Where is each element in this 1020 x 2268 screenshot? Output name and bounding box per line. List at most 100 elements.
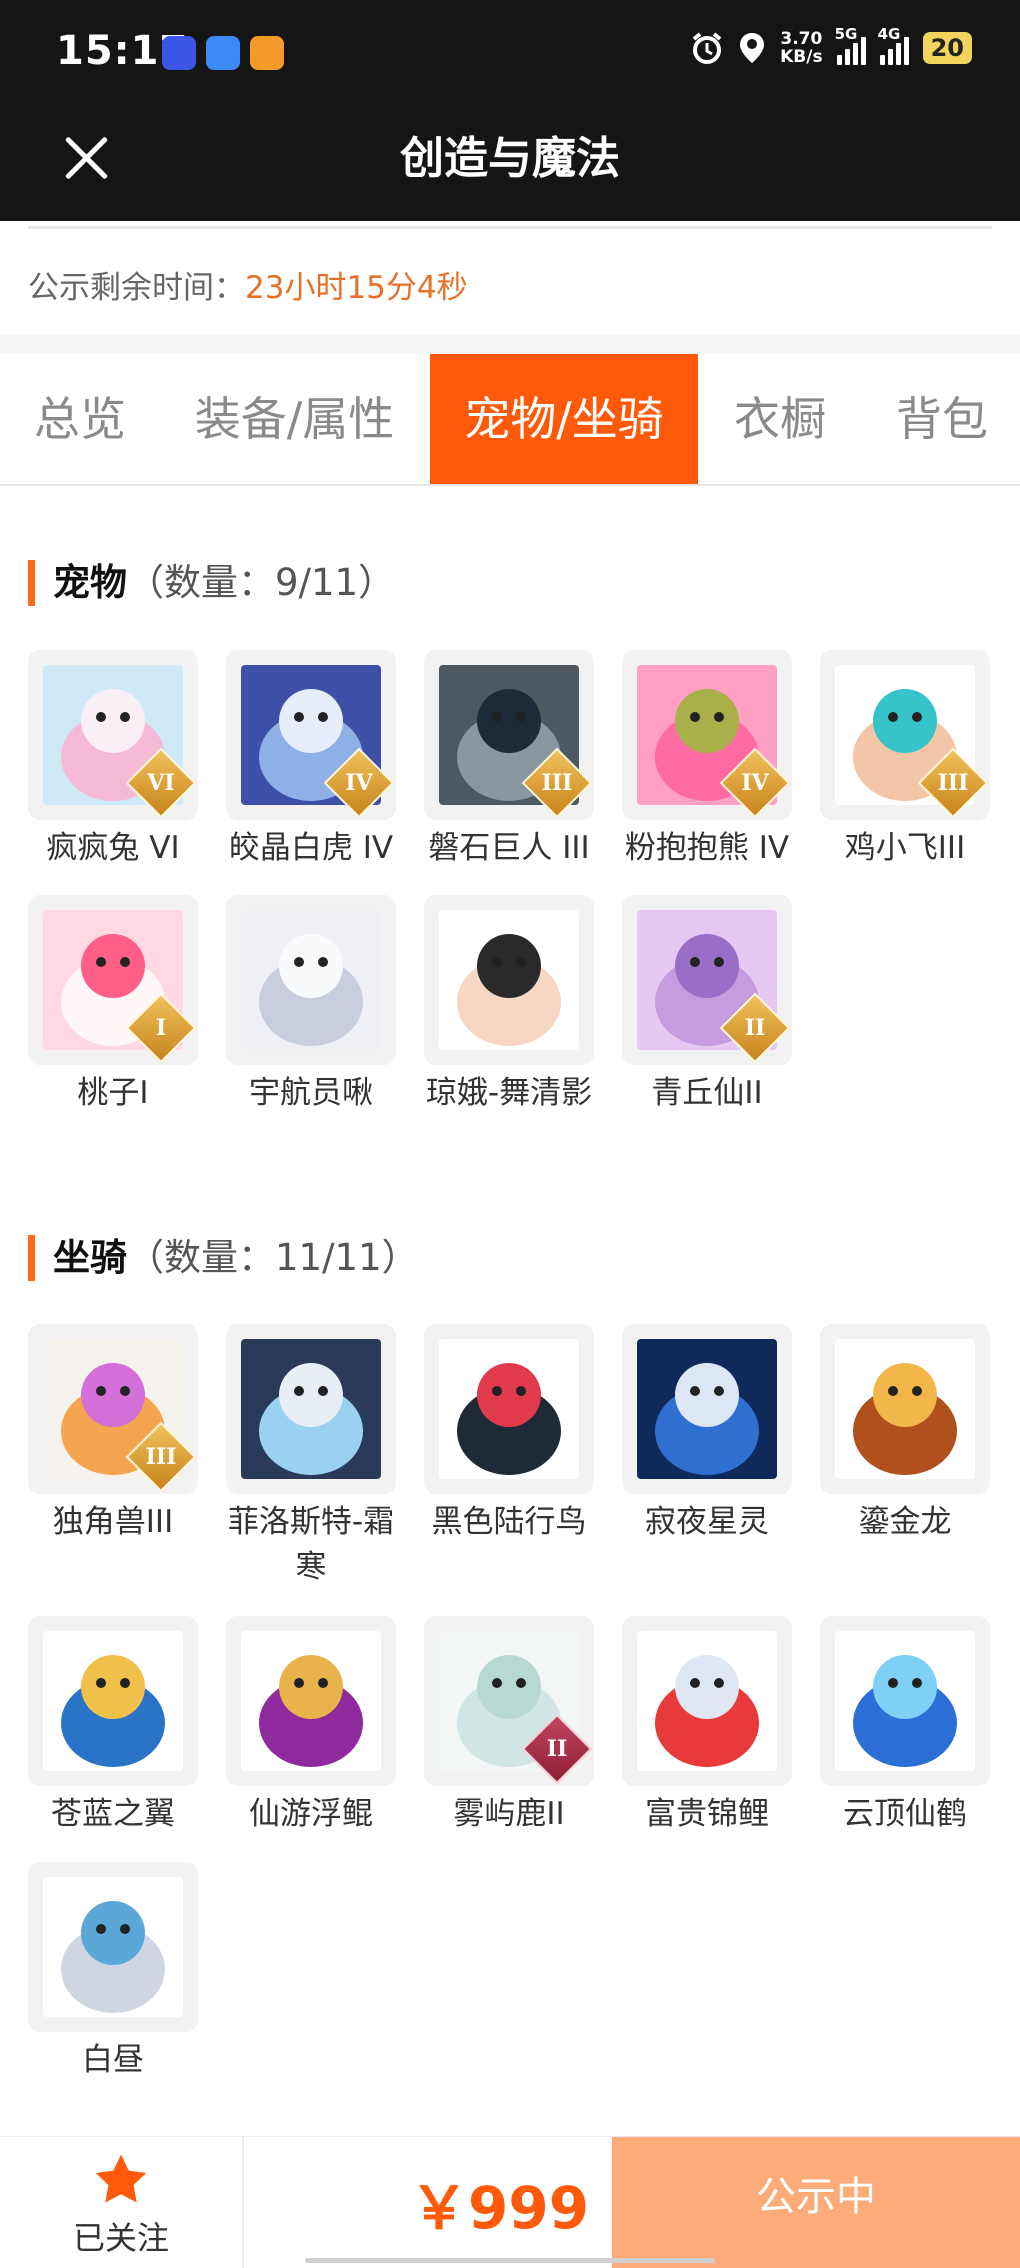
pet-name: 粉抱抱熊 IV [624, 830, 790, 866]
pet-thumbnail: VI [28, 650, 198, 820]
pet-name: 青丘仙II [651, 1075, 763, 1111]
pet-name: 磐石巨人 III [428, 830, 590, 866]
pet-name: 琼娥-舞清影 [425, 1075, 593, 1111]
pet-thumbnail: III [424, 650, 594, 820]
mount-card[interactable]: 黑色陆行鸟 [424, 1324, 594, 1545]
pet-thumbnail: IV [622, 650, 792, 820]
vivo-app-icon [162, 36, 196, 70]
follow-label: 已关注 [72, 2219, 169, 2257]
mount-name: 黑色陆行鸟 [431, 1504, 587, 1540]
pet-thumbnail: IV [226, 650, 396, 820]
divider [28, 226, 992, 229]
mounts-section-title: 坐骑（数量：11/11） [28, 1235, 419, 1281]
cloud-app-icon [206, 36, 240, 70]
pet-thumbnail: III [820, 650, 990, 820]
mount-name: 仙游浮鲲 [249, 1796, 373, 1832]
mount-name: 雾屿鹿II [453, 1796, 565, 1832]
pet-thumbnail: I [28, 895, 198, 1065]
mount-card[interactable]: 仙游浮鲲 [226, 1616, 396, 1837]
mount-thumbnail [820, 1616, 990, 1786]
mount-card[interactable]: 云顶仙鹤 [820, 1616, 990, 1837]
pet-name: 宇航员啾 [249, 1075, 373, 1111]
pet-card[interactable]: III 磐石巨人 III [424, 650, 594, 871]
mount-thumbnail: II [424, 1616, 594, 1786]
signal-4g-icon: 4G [878, 25, 909, 65]
tab-overview[interactable]: 总览 [10, 354, 150, 484]
launcher-app-icon [250, 36, 284, 70]
home-indicator [305, 2258, 715, 2263]
alarm-icon [692, 32, 722, 64]
golden-dragon-image [835, 1339, 975, 1479]
network-speed: 3.70 KB/s [780, 29, 823, 67]
mount-name: 苍蓝之翼 [51, 1796, 175, 1832]
mount-thumbnail [820, 1324, 990, 1494]
mount-name: 鎏金龙 [858, 1504, 952, 1540]
mount-card[interactable]: 苍蓝之翼 [28, 1616, 198, 1837]
white-dragon-image [43, 1877, 183, 2017]
mount-thumbnail [424, 1324, 594, 1494]
pet-card[interactable]: II 青丘仙II [622, 895, 792, 1116]
mount-card[interactable]: 鎏金龙 [820, 1324, 990, 1545]
pet-card[interactable]: 琼娥-舞清影 [424, 895, 594, 1116]
mount-card[interactable]: 富贵锦鲤 [622, 1616, 792, 1837]
mount-thumbnail [622, 1616, 792, 1786]
mount-name: 云顶仙鹤 [843, 1796, 967, 1832]
countdown-label: 公示剩余时间： [28, 270, 245, 306]
tab-backpack[interactable]: 背包 [872, 354, 1012, 484]
bottom-action-bar: 已关注 ￥999 公示中 [0, 2136, 1020, 2268]
koi-image [637, 1631, 777, 1771]
mount-name: 富贵锦鲤 [645, 1796, 769, 1832]
pet-thumbnail: II [622, 895, 792, 1065]
pet-card[interactable]: IV 皎晶白虎 IV [226, 650, 396, 871]
mount-name: 独角兽III [52, 1504, 174, 1540]
pet-card[interactable]: III 鸡小飞III [820, 650, 990, 871]
page-title: 创造与魔法 [400, 133, 620, 184]
tab-equipment[interactable]: 装备/属性 [182, 354, 407, 484]
flying-fish-image [241, 1631, 381, 1771]
countdown-value: 23小时15分4秒 [245, 270, 468, 306]
blue-crane-image [835, 1631, 975, 1771]
star-icon [95, 2154, 147, 2203]
mount-thumbnail [622, 1324, 792, 1494]
pet-name: 鸡小飞III [844, 830, 966, 866]
pets-section-title: 宠物（数量：9/11） [28, 560, 395, 606]
pet-name: 疯疯兔 VI [46, 830, 180, 866]
publicity-countdown: 公示剩余时间：23小时15分4秒 [0, 232, 1020, 332]
black-bird-image [439, 1339, 579, 1479]
mount-name: 菲洛斯特-霜寒 [227, 1504, 395, 1585]
mount-thumbnail [28, 1862, 198, 2032]
publicity-status-button[interactable]: 公示中 [612, 2137, 1020, 2268]
section-gap [0, 334, 1020, 354]
mount-card[interactable]: 寂夜星灵 [622, 1324, 792, 1545]
mount-card[interactable]: 菲洛斯特-霜寒 [226, 1324, 396, 1590]
title-bar: 创造与魔法 [0, 110, 1020, 221]
astronaut-image [241, 910, 381, 1050]
follow-button[interactable]: 已关注 [0, 2137, 244, 2268]
mount-thumbnail [226, 1324, 396, 1494]
location-icon [740, 33, 765, 63]
price: ￥999 [410, 2174, 590, 2242]
battery-indicator: 20 [922, 32, 972, 64]
mount-card[interactable]: II 雾屿鹿II [424, 1616, 594, 1837]
tab-wardrobe[interactable]: 衣橱 [710, 354, 850, 484]
mount-thumbnail [28, 1616, 198, 1786]
mount-card[interactable]: 白昼 [28, 1862, 198, 2083]
mount-card[interactable]: III 独角兽III [28, 1324, 198, 1545]
pet-card[interactable]: IV 粉抱抱熊 IV [622, 650, 792, 871]
pet-card[interactable]: I 桃子I [28, 895, 198, 1116]
dancer-girl-image [439, 910, 579, 1050]
night-wolf-image [637, 1339, 777, 1479]
frost-dragon-image [241, 1339, 381, 1479]
mount-name: 寂夜星灵 [645, 1504, 769, 1540]
pet-thumbnail [424, 895, 594, 1065]
tab-bar: 总览 装备/属性 宠物/坐骑 衣橱 背包 [0, 354, 1020, 486]
pet-card[interactable]: VI 疯疯兔 VI [28, 650, 198, 871]
pet-thumbnail [226, 895, 396, 1065]
mount-name: 白昼 [82, 2042, 144, 2078]
status-indicators: 3.70 KB/s 5G 4G 20 [690, 25, 972, 67]
status-bar: 15:17 3.70 KB/s 5G 4G 20 [0, 0, 1020, 110]
tab-pets-mounts[interactable]: 宠物/坐骑 [430, 354, 698, 484]
pet-card[interactable]: 宇航员啾 [226, 895, 396, 1116]
mount-thumbnail [226, 1616, 396, 1786]
signal-5g-icon: 5G [835, 25, 866, 65]
